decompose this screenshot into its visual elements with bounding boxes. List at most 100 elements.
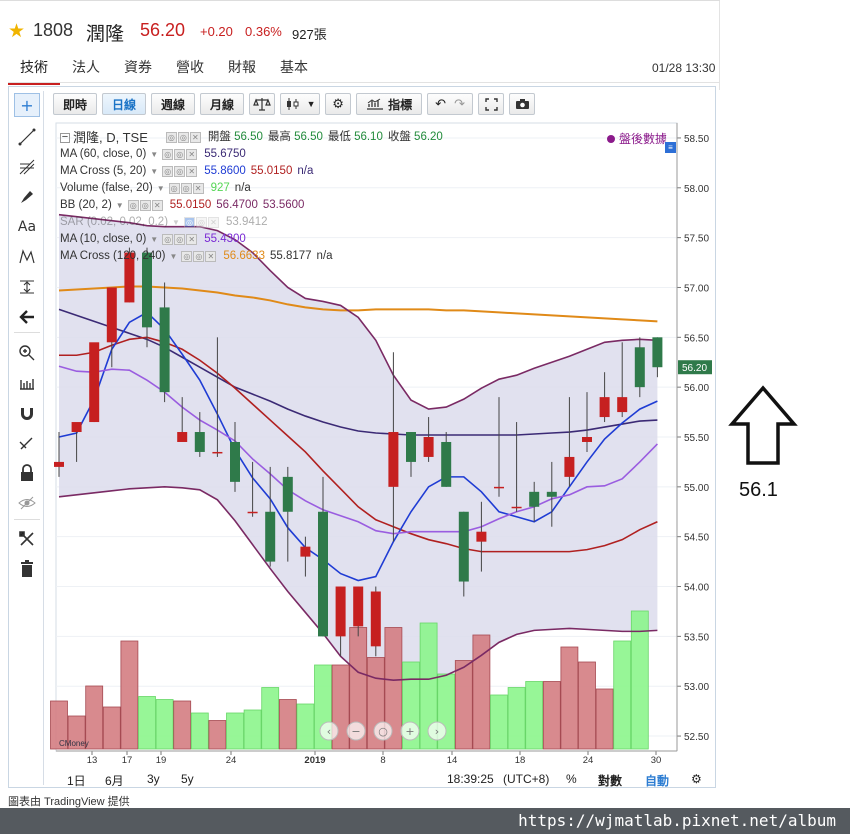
tab-revenue[interactable]: 營收 bbox=[164, 56, 216, 85]
candle-body bbox=[230, 441, 240, 482]
watermark-url: https://wjmatlab.pixnet.net/album bbox=[518, 811, 836, 830]
info-tabs: 技術 法人 資券 營收 財報 基本 bbox=[8, 56, 320, 85]
legend-sar: SAR (0.02, 0.02, 0.2) ▼ ◎ ◎ ✕ 53.9412 bbox=[60, 214, 448, 231]
candle-body bbox=[159, 307, 170, 393]
range-1d-button[interactable]: 1日 bbox=[67, 772, 86, 789]
legend-bb: BB (20, 2) ▼ ◎ ◎ ✕ 55.0150 56.4700 53.5600 bbox=[60, 197, 448, 214]
volume-bar bbox=[208, 720, 227, 750]
stock-symbol: 1808 bbox=[33, 20, 74, 40]
candle-body bbox=[599, 397, 610, 418]
volume-bar bbox=[560, 646, 579, 750]
after-hours-link[interactable]: 盤後數據 bbox=[606, 130, 667, 147]
collapse-icon[interactable]: − bbox=[60, 131, 70, 143]
y-tick-label: 56.50 bbox=[684, 333, 709, 344]
dropdown-arrow-icon[interactable]: ▼ bbox=[150, 231, 158, 248]
volume-bar bbox=[278, 699, 297, 750]
candle-body bbox=[617, 397, 628, 413]
y-tick-label: 55.00 bbox=[684, 483, 709, 494]
y-tick-label: 52.50 bbox=[684, 732, 709, 743]
candle-body bbox=[370, 591, 381, 647]
volume-bar bbox=[226, 712, 244, 750]
candle-body bbox=[529, 491, 540, 507]
auto-scale-button[interactable]: 自動 bbox=[645, 772, 669, 789]
star-icon[interactable]: ★ bbox=[8, 20, 25, 42]
candle-body bbox=[494, 486, 504, 489]
timezone-button[interactable]: (UTC+8) bbox=[503, 772, 549, 786]
scroll-to-end-icon[interactable]: ≡ bbox=[665, 142, 676, 153]
legend-controls[interactable]: ◎ ◎ ✕ bbox=[165, 132, 202, 143]
percent-scale-button[interactable]: % bbox=[566, 772, 577, 786]
chart-nav-icon: − bbox=[351, 725, 360, 738]
candle-body bbox=[406, 432, 416, 462]
volume-bar bbox=[613, 640, 632, 750]
y-tick-label: 56.00 bbox=[684, 383, 709, 394]
legend-controls[interactable]: ◎ ◎ ✕ bbox=[127, 200, 164, 211]
candle-body bbox=[54, 461, 64, 467]
legend-controls[interactable]: ◎ ◎ ✕ bbox=[162, 166, 198, 177]
candle-body bbox=[212, 451, 223, 454]
y-tick-label: 54.00 bbox=[684, 583, 709, 594]
volume-bar bbox=[243, 709, 262, 750]
tab-basic[interactable]: 基本 bbox=[268, 56, 320, 85]
price-change: +0.20 bbox=[200, 24, 233, 39]
legend-macross-5-20: MA Cross (5, 20) ▼ ◎ ◎ ✕ 55.8600 55.0150 n/… bbox=[60, 163, 448, 180]
candle-body bbox=[441, 441, 452, 487]
chart-nav-icon: ○ bbox=[378, 725, 388, 738]
chart-bottom-bar: 1日 6月 3y 5y 18:39:25 (UTC+8) % 對數 自動 ⚙ bbox=[57, 771, 715, 789]
x-tick-label: 24 bbox=[226, 755, 237, 766]
volume-bar bbox=[454, 660, 473, 750]
volume-bar bbox=[472, 634, 491, 750]
volume-bar bbox=[490, 694, 508, 750]
dropdown-arrow-icon[interactable]: ▼ bbox=[150, 163, 158, 180]
candle-body bbox=[564, 456, 575, 477]
dropdown-arrow-icon[interactable]: ▼ bbox=[172, 214, 180, 231]
chart-settings-gear-icon[interactable]: ⚙ bbox=[691, 772, 702, 786]
tab-institutional[interactable]: 法人 bbox=[60, 56, 112, 85]
quote-header: ★ 1808 潤隆 56.20 +0.20 0.36% 927張 技術 法人 資… bbox=[0, 0, 720, 90]
x-tick-label: 8 bbox=[380, 755, 385, 766]
range-3y-button[interactable]: 3y bbox=[147, 772, 160, 786]
volume-bar bbox=[173, 700, 192, 750]
candle-body bbox=[511, 506, 522, 509]
candle-body bbox=[353, 586, 364, 627]
range-5y-button[interactable]: 5y bbox=[181, 772, 194, 786]
chart-widget: 即時 日線 週線 月線 ▼ ⚙ 指標 ↶ ↷ + Aa 58.50 58.00 … bbox=[8, 86, 716, 788]
x-tick-label: 14 bbox=[447, 755, 458, 766]
candle-body bbox=[300, 546, 311, 557]
candle-body bbox=[582, 437, 592, 442]
range-6m-button[interactable]: 6月 bbox=[105, 772, 124, 789]
stock-price: 56.20 bbox=[140, 20, 186, 40]
indicator-legend: − 潤隆, D, TSE ◎ ◎ ✕ 開盤 56.50 最高 56.50 最低 56… bbox=[60, 129, 448, 265]
tab-technical[interactable]: 技術 bbox=[8, 56, 60, 85]
candle-body bbox=[194, 432, 205, 452]
candle-body bbox=[423, 437, 434, 457]
tradingview-credit: 圖表由 TradingView 提供 bbox=[8, 796, 130, 808]
legend-controls[interactable]: ◎ ◎ ✕ bbox=[162, 234, 198, 245]
x-tick-label: 13 bbox=[87, 755, 98, 766]
chart-nav-icon: + bbox=[405, 725, 414, 738]
volume-bar bbox=[190, 712, 209, 750]
dropdown-arrow-icon[interactable]: ▼ bbox=[150, 146, 158, 163]
legend-controls[interactable]: ◎ ◎ ✕ bbox=[162, 149, 198, 160]
legend-ma60: MA (60, close, 0) ▼ ◎ ◎ ✕ 55.6750 bbox=[60, 146, 448, 163]
legend-controls[interactable]: ◎ ◎ ✕ bbox=[168, 183, 205, 194]
dropdown-arrow-icon[interactable]: ▼ bbox=[116, 197, 124, 214]
legend-main-series: − 潤隆, D, TSE ◎ ◎ ✕ 開盤 56.50 最高 56.50 最低 56… bbox=[60, 130, 443, 145]
candle-body bbox=[634, 347, 645, 388]
tab-margin[interactable]: 資券 bbox=[112, 56, 164, 85]
dropdown-arrow-icon[interactable]: ▼ bbox=[169, 248, 177, 265]
quote-datetime: 01/28 13:30 bbox=[652, 61, 716, 75]
tab-financials[interactable]: 財報 bbox=[216, 56, 268, 85]
volume-bar bbox=[155, 699, 174, 750]
legend-controls[interactable]: ◎ ◎ ✕ bbox=[183, 217, 220, 228]
y-tick-label: 53.50 bbox=[684, 632, 709, 643]
chart-nav-icon: › bbox=[435, 725, 439, 738]
log-scale-button[interactable]: 對數 bbox=[598, 772, 622, 789]
tabs-divider bbox=[8, 82, 720, 83]
candle-body bbox=[89, 342, 100, 423]
volume-bar bbox=[261, 687, 280, 750]
y-tick-label: 53.00 bbox=[684, 682, 709, 693]
candle-body bbox=[106, 287, 117, 343]
dropdown-arrow-icon[interactable]: ▼ bbox=[157, 180, 165, 197]
legend-controls[interactable]: ◎ ◎ ✕ bbox=[181, 251, 217, 262]
